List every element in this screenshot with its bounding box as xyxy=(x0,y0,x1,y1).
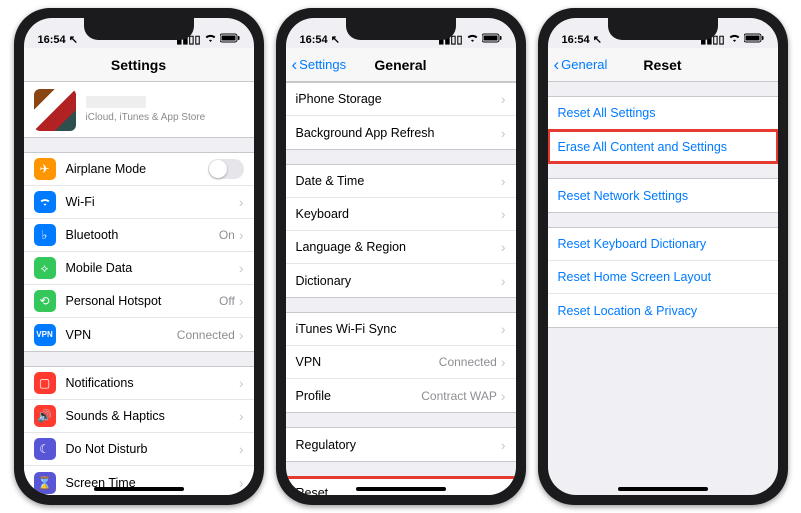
row-iphone-storage[interactable]: iPhone Storage› xyxy=(286,83,516,116)
battery-icon xyxy=(220,33,240,46)
bluetooth-icon: ♭ xyxy=(34,224,56,246)
chevron-right-icon: › xyxy=(501,239,506,255)
moon-icon: ☾ xyxy=(34,438,56,460)
row-date-time[interactable]: Date & Time› xyxy=(286,165,516,198)
vpn-icon: VPN xyxy=(34,324,56,346)
chevron-right-icon: › xyxy=(239,441,244,457)
notch xyxy=(608,18,718,40)
settings-list[interactable]: iCloud, iTunes & App Store ✈ Airplane Mo… xyxy=(24,82,254,495)
row-dictionary[interactable]: Dictionary› xyxy=(286,264,516,297)
row-reset[interactable]: Reset› xyxy=(286,477,516,495)
wifi-icon xyxy=(466,33,479,46)
general-list[interactable]: iPhone Storage› Background App Refresh› … xyxy=(286,82,516,495)
chevron-right-icon: › xyxy=(501,354,506,370)
chevron-right-icon: › xyxy=(501,321,506,337)
nav-title: Reset xyxy=(643,57,681,73)
chevron-right-icon: › xyxy=(239,260,244,276)
phone-reset: 16:54 ↖ ▮▮▯▯ ‹ General Reset Reset All S… xyxy=(538,8,788,505)
chevron-right-icon: › xyxy=(239,408,244,424)
chevron-right-icon: › xyxy=(501,485,506,495)
row-reset-all-settings[interactable]: Reset All Settings xyxy=(548,97,778,130)
chevron-right-icon: › xyxy=(501,273,506,289)
hourglass-icon: ⌛ xyxy=(34,472,56,494)
notch xyxy=(346,18,456,40)
phone-general: 16:54 ↖ ▮▮▯▯ ‹ Settings General iPhone S… xyxy=(276,8,526,505)
navbar: ‹ General Reset xyxy=(548,48,778,82)
phone-settings: 16:54 ↖ ▮▮▯▯ Settings iCloud, iTunes & A… xyxy=(14,8,264,505)
row-vpn[interactable]: VPNConnected› xyxy=(286,346,516,379)
row-background-refresh[interactable]: Background App Refresh› xyxy=(286,116,516,149)
nav-title: Settings xyxy=(111,57,166,73)
wifi-icon xyxy=(204,33,217,46)
row-itunes-wifi-sync[interactable]: iTunes Wi-Fi Sync› xyxy=(286,313,516,346)
wifi-icon xyxy=(34,191,56,213)
row-profile[interactable]: ProfileContract WAP› xyxy=(286,379,516,412)
row-erase-all-content[interactable]: Erase All Content and Settings xyxy=(548,130,778,163)
chevron-right-icon: › xyxy=(239,194,244,210)
chevron-right-icon: › xyxy=(501,388,506,404)
row-dnd[interactable]: ☾ Do Not Disturb › xyxy=(24,433,254,466)
chevron-right-icon: › xyxy=(239,475,244,491)
home-indicator[interactable] xyxy=(618,487,708,491)
row-notifications[interactable]: ▢ Notifications › xyxy=(24,367,254,400)
navbar: ‹ Settings General xyxy=(286,48,516,82)
profile-subtitle: iCloud, iTunes & App Store xyxy=(86,112,206,123)
nav-title: General xyxy=(374,57,426,73)
chevron-right-icon: › xyxy=(239,227,244,243)
apple-id-row[interactable]: iCloud, iTunes & App Store xyxy=(24,82,254,138)
row-reset-keyboard-dict[interactable]: Reset Keyboard Dictionary xyxy=(548,228,778,261)
airplane-icon: ✈ xyxy=(34,158,56,180)
row-airplane-mode[interactable]: ✈ Airplane Mode xyxy=(24,153,254,186)
row-regulatory[interactable]: Regulatory› xyxy=(286,428,516,461)
battery-icon xyxy=(744,33,764,46)
chevron-right-icon: › xyxy=(239,375,244,391)
row-reset-network[interactable]: Reset Network Settings xyxy=(548,179,778,212)
back-button[interactable]: ‹ General xyxy=(554,56,608,73)
row-reset-location-privacy[interactable]: Reset Location & Privacy xyxy=(548,294,778,327)
row-wifi[interactable]: Wi-Fi › xyxy=(24,186,254,219)
profile-name-redacted xyxy=(86,96,146,108)
hotspot-icon: ⟲ xyxy=(34,290,56,312)
home-indicator[interactable] xyxy=(94,487,184,491)
chevron-right-icon: › xyxy=(239,327,244,343)
row-vpn[interactable]: VPN VPN Connected › xyxy=(24,318,254,351)
antenna-icon: ⟡ xyxy=(34,257,56,279)
chevron-right-icon: › xyxy=(501,91,506,107)
row-language-region[interactable]: Language & Region› xyxy=(286,231,516,264)
reset-list[interactable]: Reset All Settings Erase All Content and… xyxy=(548,82,778,495)
notifications-icon: ▢ xyxy=(34,372,56,394)
row-mobile-data[interactable]: ⟡ Mobile Data › xyxy=(24,252,254,285)
row-keyboard[interactable]: Keyboard› xyxy=(286,198,516,231)
battery-icon xyxy=(482,33,502,46)
chevron-right-icon: › xyxy=(239,293,244,309)
notch xyxy=(84,18,194,40)
home-indicator[interactable] xyxy=(356,487,446,491)
sounds-icon: 🔊 xyxy=(34,405,56,427)
chevron-right-icon: › xyxy=(501,173,506,189)
row-bluetooth[interactable]: ♭ Bluetooth On › xyxy=(24,219,254,252)
chevron-right-icon: › xyxy=(501,125,506,141)
row-reset-home-layout[interactable]: Reset Home Screen Layout xyxy=(548,261,778,294)
chevron-left-icon: ‹ xyxy=(292,56,298,73)
airplane-toggle[interactable] xyxy=(208,159,244,179)
navbar: Settings xyxy=(24,48,254,82)
row-sounds[interactable]: 🔊 Sounds & Haptics › xyxy=(24,400,254,433)
row-personal-hotspot[interactable]: ⟲ Personal Hotspot Off › xyxy=(24,285,254,318)
chevron-left-icon: ‹ xyxy=(554,56,560,73)
back-button[interactable]: ‹ Settings xyxy=(292,56,347,73)
avatar xyxy=(34,89,76,131)
chevron-right-icon: › xyxy=(501,437,506,453)
chevron-right-icon: › xyxy=(501,206,506,222)
wifi-icon xyxy=(728,33,741,46)
